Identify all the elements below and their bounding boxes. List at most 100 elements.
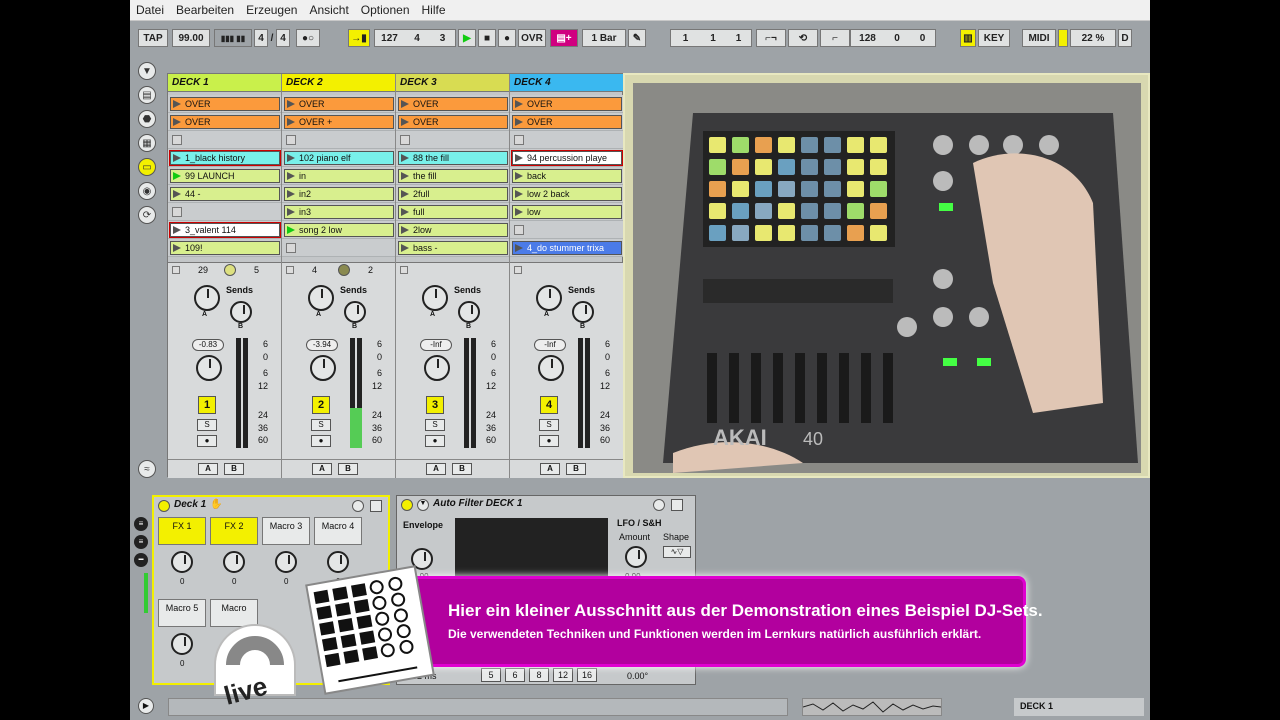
refresh-icon[interactable]: ⟳ xyxy=(138,206,156,224)
shape-selector[interactable]: ∿▽ xyxy=(663,546,691,558)
stop-all-icon[interactable] xyxy=(286,266,294,274)
filter-fold-icon[interactable]: ▼ xyxy=(417,499,429,511)
position-beat[interactable]: 4 xyxy=(404,29,430,47)
stop-all-icon[interactable] xyxy=(172,266,180,274)
clip[interactable]: low xyxy=(512,205,622,219)
track-activator-button[interactable]: 3 xyxy=(426,396,444,414)
send-b-knob[interactable] xyxy=(230,301,252,323)
clip[interactable]: in3 xyxy=(284,205,394,219)
punch-in-icon[interactable]: ⌐¬ xyxy=(756,29,786,47)
clip[interactable]: OVER xyxy=(398,97,508,111)
macro-label-3[interactable]: Macro 3 xyxy=(262,517,310,545)
filter-power-icon[interactable] xyxy=(401,499,413,511)
clip[interactable]: 3_valent 114 xyxy=(170,223,280,237)
crossfade-knob-icon[interactable] xyxy=(224,264,236,276)
menu-item-0[interactable]: Datei xyxy=(136,3,164,17)
clip[interactable]: in2 xyxy=(284,187,394,201)
clip[interactable]: 2low xyxy=(398,223,508,237)
clip[interactable]: 2full xyxy=(398,187,508,201)
clip[interactable] xyxy=(284,133,394,147)
macro-knob-1[interactable] xyxy=(171,551,193,573)
arm-button[interactable]: ● xyxy=(425,435,445,447)
send-b-knob[interactable] xyxy=(572,301,594,323)
clip[interactable]: the fill xyxy=(398,169,508,183)
macro-label-2[interactable]: FX 2 xyxy=(210,517,258,545)
overview-waveform[interactable] xyxy=(802,698,942,716)
send-b-knob[interactable] xyxy=(458,301,480,323)
solo-button[interactable]: S xyxy=(197,419,217,431)
volume-field[interactable]: -Inf xyxy=(420,339,452,351)
filter-save-icon[interactable] xyxy=(671,499,683,511)
tempo-field[interactable]: 99.00 xyxy=(172,29,210,47)
quantize-dropdown[interactable]: 1 Bar xyxy=(582,29,626,47)
crossfade-b-button[interactable]: B xyxy=(452,463,472,475)
macro-knob-5[interactable] xyxy=(171,633,193,655)
volume-field[interactable]: -3.94 xyxy=(306,339,338,351)
macro-label-5[interactable]: Macro 5 xyxy=(158,599,206,627)
clip[interactable]: in xyxy=(284,169,394,183)
menu-item-5[interactable]: Hilfe xyxy=(422,3,446,17)
clip[interactable] xyxy=(170,205,280,219)
solo-button[interactable]: S xyxy=(539,419,559,431)
punch-out-icon[interactable]: ⌐ xyxy=(820,29,850,47)
menu-item-2[interactable]: Erzeugen xyxy=(246,3,297,17)
send-a-knob[interactable] xyxy=(194,285,220,311)
clip[interactable]: full xyxy=(398,205,508,219)
crossfade-b-button[interactable]: B xyxy=(224,463,244,475)
crossfade-a-button[interactable]: A xyxy=(312,463,332,475)
record-button[interactable]: ● xyxy=(498,29,516,47)
arm-button[interactable]: ● xyxy=(197,435,217,447)
pan-knob[interactable] xyxy=(196,355,222,381)
loop-length-sixteenth[interactable]: 0 xyxy=(910,29,936,47)
plugins-icon[interactable]: ⬣ xyxy=(138,110,156,128)
loop-switch-icon[interactable]: ⟲ xyxy=(788,29,818,47)
clip[interactable]: OVER xyxy=(284,97,394,111)
position-sixteenth[interactable]: 3 xyxy=(430,29,456,47)
clip[interactable]: OVER xyxy=(512,115,622,129)
follow-icon[interactable]: →▮ xyxy=(348,29,370,47)
folder-icon[interactable]: ▭ xyxy=(138,158,156,176)
step-button-12[interactable]: 12 xyxy=(553,668,573,682)
loop-start-bar[interactable]: 1 xyxy=(670,29,700,47)
signature-numerator[interactable]: 4 xyxy=(254,29,268,47)
macro-label-4[interactable]: Macro 4 xyxy=(314,517,362,545)
clip[interactable] xyxy=(398,133,508,147)
track-title[interactable]: DECK 1 xyxy=(168,74,282,92)
menu-item-1[interactable]: Bearbeiten xyxy=(176,3,234,17)
loop-length-bar[interactable]: 128 xyxy=(850,29,884,47)
arm-button[interactable]: ● xyxy=(311,435,331,447)
clip[interactable] xyxy=(284,241,394,255)
stop-button[interactable]: ■ xyxy=(478,29,496,47)
metronome-icon[interactable]: ●○ xyxy=(296,29,320,47)
pan-knob[interactable] xyxy=(310,355,336,381)
stop-all-icon[interactable] xyxy=(400,266,408,274)
clip[interactable]: song 2 low xyxy=(284,223,394,237)
session-view-icon[interactable]: ▤ xyxy=(138,86,156,104)
crossfade-a-button[interactable]: A xyxy=(198,463,218,475)
crossfade-b-button[interactable]: B xyxy=(338,463,358,475)
device-browser-icon[interactable]: ▦ xyxy=(138,134,156,152)
position-bar[interactable]: 127 xyxy=(374,29,404,47)
filter-hotswap-icon[interactable] xyxy=(653,499,665,511)
clip[interactable]: 109! xyxy=(170,241,280,255)
clip[interactable]: OVER + xyxy=(284,115,394,129)
arm-button[interactable]: ● xyxy=(539,435,559,447)
status-play-icon[interactable]: ▶ xyxy=(138,698,154,714)
clip[interactable]: 88 the fill xyxy=(398,151,508,165)
rack-power-icon[interactable] xyxy=(158,500,170,512)
clip[interactable]: 1_black history xyxy=(170,151,280,165)
crossfade-b-button[interactable]: B xyxy=(566,463,586,475)
midi-map-button[interactable]: MIDI xyxy=(1022,29,1056,47)
clip[interactable]: back xyxy=(512,169,622,183)
loop-start-sixteenth[interactable]: 1 xyxy=(726,29,752,47)
solo-button[interactable]: S xyxy=(311,419,331,431)
key-map-button[interactable]: KEY xyxy=(978,29,1010,47)
track-title[interactable]: DECK 3 xyxy=(396,74,510,92)
clip[interactable]: OVER xyxy=(512,97,622,111)
macro-toggle-icon[interactable]: ━ xyxy=(134,553,148,567)
phase-value[interactable]: 0.00° xyxy=(627,671,648,681)
volume-field[interactable]: -Inf xyxy=(534,339,566,351)
step-button-5[interactable]: 5 xyxy=(481,668,501,682)
clip[interactable]: OVER xyxy=(170,115,280,129)
step-button-6[interactable]: 6 xyxy=(505,668,525,682)
